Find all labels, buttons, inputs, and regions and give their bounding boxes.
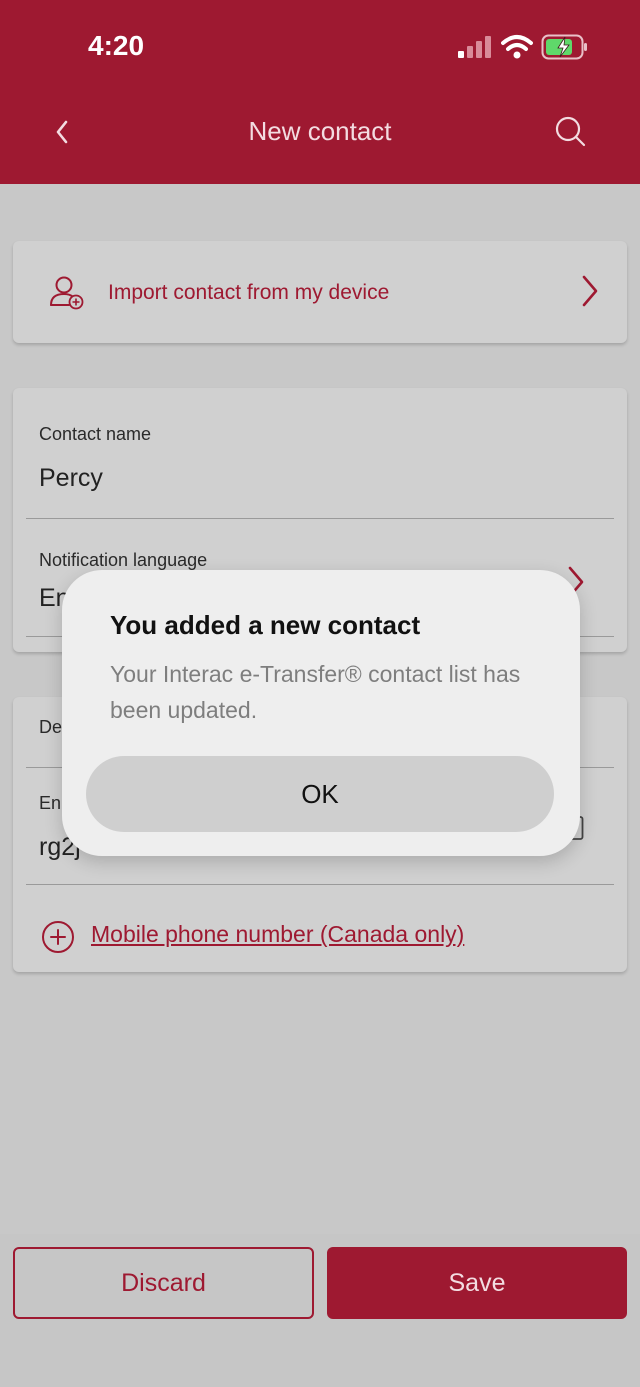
dialog-message: Your Interac e-Transfer® contact list ha…	[110, 661, 521, 723]
email-label: En	[39, 793, 62, 813]
add-mobile-phone-link[interactable]: Mobile phone number (Canada only)	[91, 921, 464, 948]
import-contact-row[interactable]: Import contact from my device	[13, 241, 627, 343]
wifi-icon	[501, 34, 533, 60]
add-circle-icon[interactable]	[41, 920, 75, 954]
divider	[26, 518, 614, 519]
footer-bar: Discard Save	[0, 1234, 640, 1387]
page-title: New contact	[248, 116, 392, 146]
delivery-section-label: De	[39, 717, 63, 737]
signal-icon	[458, 36, 492, 58]
discard-button[interactable]: Discard	[13, 1247, 314, 1319]
dialog-title: You added a new contact	[110, 610, 421, 640]
add-person-icon	[47, 273, 87, 313]
search-icon[interactable]	[552, 114, 588, 150]
chevron-right-icon	[579, 273, 601, 309]
alert-dialog: You added a new contact Your Interac e-T…	[62, 570, 580, 856]
contact-name-label: Contact name	[39, 424, 152, 444]
contact-name-field[interactable]: Percy	[39, 464, 103, 493]
ok-button[interactable]: OK	[86, 756, 554, 832]
import-contact-label: Import contact from my device	[108, 281, 390, 304]
status-time: 4:20	[88, 30, 145, 61]
notification-language-label: Notification language	[39, 550, 208, 570]
save-button[interactable]: Save	[327, 1247, 627, 1319]
divider	[26, 884, 614, 885]
app-header: 4:20 New contact	[0, 0, 640, 184]
battery-icon	[541, 34, 589, 60]
